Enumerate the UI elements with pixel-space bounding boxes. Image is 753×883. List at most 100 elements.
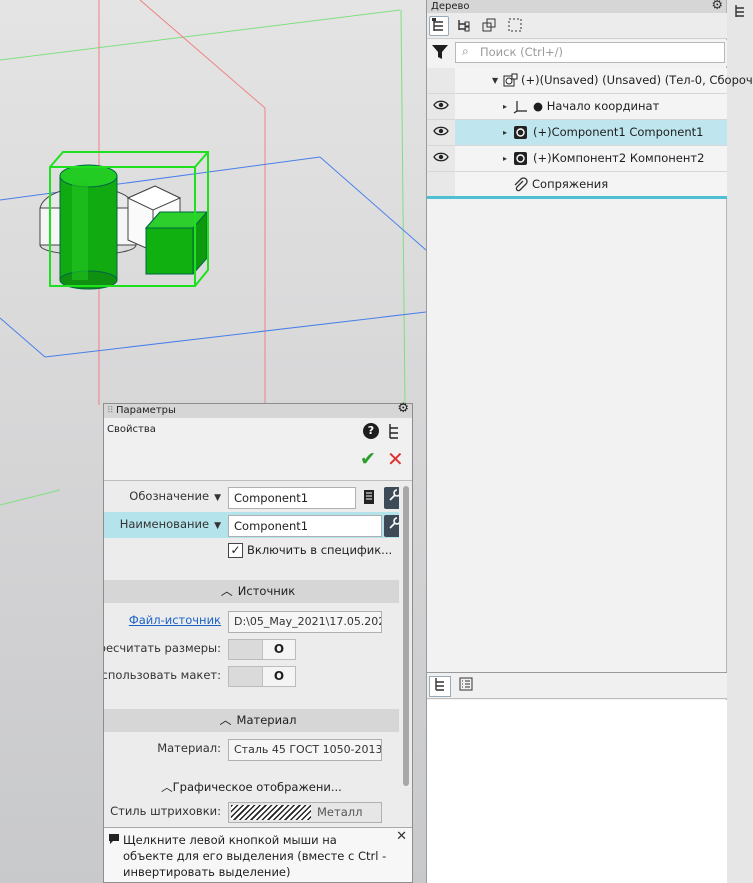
material-label: Материал: <box>157 741 221 755</box>
tree-bottom-area <box>427 700 727 883</box>
visibility-cell <box>427 172 455 197</box>
designation-row: Обозначение ▼ Component1 <box>104 484 399 510</box>
params-scrollbar[interactable] <box>400 482 412 827</box>
message-icon <box>108 833 120 848</box>
eye-icon[interactable] <box>427 120 455 145</box>
eye-icon[interactable] <box>427 94 455 119</box>
search-input[interactable]: ⌕ Поиск (Ctrl+/) <box>455 42 725 63</box>
component-icon <box>513 125 528 140</box>
search-icon: ⌕ <box>462 44 469 58</box>
hint-box: Щелкните левой кнопкой мыши на объекте д… <box>104 827 412 882</box>
tree-bottom-bar <box>427 672 727 699</box>
tree-row-component2[interactable]: ▸ (+)Компонент2 Компонент2 <box>427 146 727 172</box>
close-icon[interactable]: ✕ <box>387 447 404 471</box>
toggle-knob: O <box>262 640 295 659</box>
params-title: Параметры <box>116 405 176 416</box>
scrollbar-thumb[interactable] <box>403 486 409 786</box>
hatch-style-field[interactable]: Металл <box>228 802 382 823</box>
edit-tool-icon[interactable] <box>384 487 399 509</box>
tree-toggle-icon[interactable] <box>387 423 400 443</box>
side-strip <box>726 0 753 883</box>
toggle-knob: O <box>262 667 295 686</box>
material-section-header[interactable]: ︿ Материал <box>104 709 399 732</box>
ok-check-icon[interactable]: ✔ <box>360 448 376 470</box>
chevron-up-icon: ︿ <box>220 584 233 598</box>
expand-arrow-icon[interactable]: ▸ <box>503 154 507 163</box>
tree-panel: Дерево ⚙ ⌕ Поиск (Ctrl+/) ▼ (+)(Unsaved)… <box>426 0 753 883</box>
chevron-up-icon: ︿ <box>219 713 232 727</box>
material-field[interactable]: Сталь 45 ГОСТ 1050-2013 <box>228 739 382 761</box>
visibility-cell <box>427 68 455 93</box>
tree-panel-title: Дерево <box>427 0 753 13</box>
tree-toolbar <box>427 13 727 39</box>
tree-row-mates[interactable]: Сопряжения <box>427 172 727 198</box>
build-tree-icon[interactable] <box>429 16 449 36</box>
hatch-row: Стиль штриховки: Металл <box>104 799 399 825</box>
tree-row-label: ● Начало координат <box>533 99 660 113</box>
tree-divider <box>427 196 727 199</box>
help-icon[interactable]: ? <box>363 423 379 439</box>
selection-filter-icon[interactable] <box>505 16 525 36</box>
params-header: ⠿ Параметры ⚙ <box>104 402 412 418</box>
use-layout-toggle[interactable]: O <box>228 666 296 687</box>
tree-row-label: Сопряжения <box>532 177 609 191</box>
components-icon[interactable] <box>479 16 499 36</box>
gear-icon[interactable]: ⚙ <box>397 402 409 416</box>
params-body: Обозначение ▼ Component1 Наименование ▼ Co… <box>104 482 399 827</box>
name-label[interactable]: Наименование ▼ <box>120 512 221 538</box>
tree-structure-icon[interactable] <box>733 4 747 18</box>
graphics-section-header[interactable]: ︿Графическое отображени... <box>104 776 399 799</box>
use-layout-label: Использовать макет: <box>104 668 221 682</box>
funnel-icon[interactable] <box>431 43 449 61</box>
tree-row-label: (+)(Unsaved) (Unsaved) (Тел-0, Сбороч <box>521 73 753 87</box>
name-field[interactable]: Component1 <box>228 515 382 537</box>
eye-icon[interactable] <box>427 146 455 171</box>
params-panel: ⠿ Параметры ⚙ Свойства ? ✔ ✕ Обозначение… <box>103 402 413 883</box>
recalc-row: Пересчитать размеры: O <box>104 636 399 662</box>
assembly-icon <box>503 73 518 88</box>
origin-axes-icon <box>513 99 528 114</box>
tree-rows: ▼ (+)(Unsaved) (Unsaved) (Тел-0, Сбороч … <box>427 68 753 198</box>
close-icon[interactable]: ✕ <box>396 829 407 844</box>
library-icon[interactable] <box>362 489 376 505</box>
source-file-field[interactable]: D:\05_May_2021\17.05.202... <box>228 611 382 633</box>
use-layout-row: Использовать макет: O <box>104 663 399 689</box>
tree-row-origin[interactable]: ▸ ● Начало координат <box>427 94 727 120</box>
expand-arrow-icon[interactable]: ▼ <box>492 76 498 85</box>
tree-row-label: (+)Component1 Component1 <box>533 125 704 139</box>
hatch-label: Стиль штриховки: <box>110 804 221 818</box>
designation-field[interactable]: Component1 <box>228 487 356 509</box>
recalc-toggle[interactable]: O <box>228 639 296 660</box>
drag-handle-icon[interactable]: ⠿ <box>107 404 114 418</box>
source-file-row: Файл-источник D:\05_May_2021\17.05.202..… <box>104 608 399 634</box>
search-placeholder: Поиск (Ctrl+/) <box>480 45 564 59</box>
tree-row-label: (+)Компонент2 Компонент2 <box>533 151 705 165</box>
expand-arrow-icon[interactable]: ▸ <box>503 128 507 137</box>
structure-tree-icon[interactable] <box>453 16 473 36</box>
tree-row-root[interactable]: ▼ (+)(Unsaved) (Unsaved) (Тел-0, Сбороч <box>427 68 753 94</box>
include-spec-checkbox[interactable]: ✓ <box>228 543 243 558</box>
tree-view-icon[interactable] <box>429 676 451 697</box>
name-row: Наименование ▼ Component1 <box>104 512 399 538</box>
properties-title: Свойства <box>107 424 156 435</box>
hint-text: Щелкните левой кнопкой мыши на объекте д… <box>123 833 387 879</box>
expand-arrow-icon[interactable]: ▸ <box>503 102 507 111</box>
tree-row-component1[interactable]: ▸ (+)Component1 Component1 <box>427 120 727 146</box>
source-file-link[interactable]: Файл-источник <box>129 608 221 632</box>
list-view-icon[interactable] <box>455 676 477 697</box>
source-section-header[interactable]: ︿ Источник <box>104 580 399 603</box>
hatch-pattern-swatch <box>231 805 311 820</box>
properties-header: Свойства ? ✔ ✕ <box>104 418 412 480</box>
edit-tool-icon[interactable] <box>384 515 399 537</box>
include-spec-row: ✓ Включить в специфик... <box>104 540 399 566</box>
gear-icon[interactable]: ⚙ <box>711 0 723 13</box>
designation-label[interactable]: Обозначение ▼ <box>129 484 221 510</box>
paperclip-icon <box>513 177 528 192</box>
material-row: Материал: Сталь 45 ГОСТ 1050-2013 <box>104 736 399 762</box>
recalc-label: Пересчитать размеры: <box>104 641 221 655</box>
chevron-up-icon: ︿ <box>161 780 173 794</box>
divider <box>104 480 412 481</box>
green-cylinder-shape <box>59 175 118 281</box>
include-spec-label: Включить в специфик... <box>247 543 393 557</box>
search-row: ⌕ Поиск (Ctrl+/) <box>427 40 727 66</box>
